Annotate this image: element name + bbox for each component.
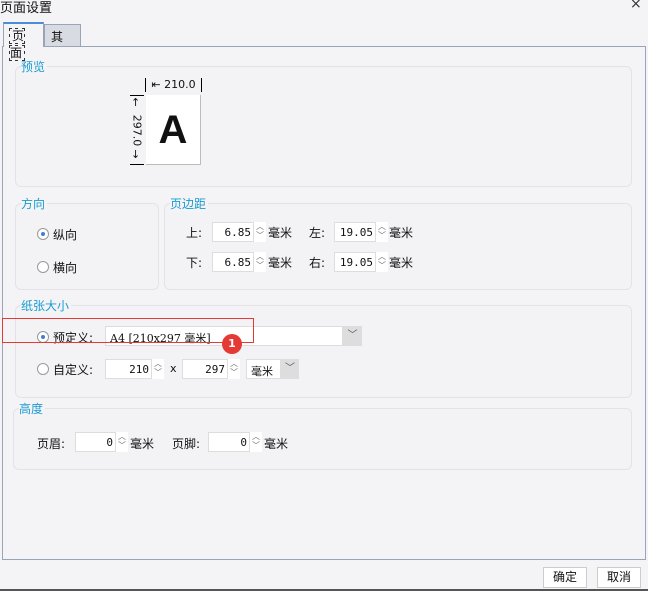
- custom-width-input[interactable]: 210: [105, 359, 152, 379]
- custom-unit-select[interactable]: 毫米: [246, 359, 281, 379]
- right-margin-label: 右:: [309, 256, 326, 270]
- orientation-group: [15, 203, 159, 290]
- margins-group: [164, 203, 632, 290]
- landscape-label[interactable]: 横向: [53, 259, 77, 276]
- left-margin-label: 左:: [309, 226, 326, 240]
- close-icon[interactable]: ×: [630, 0, 642, 12]
- preview-label: 预览: [21, 58, 48, 75]
- annotation-badge: 1: [222, 334, 242, 354]
- footer-label: 页脚:: [172, 437, 201, 451]
- portrait-radio[interactable]: [37, 228, 49, 240]
- unit-label: 毫米: [264, 437, 289, 451]
- left-margin-input[interactable]: 19.05: [334, 222, 376, 242]
- right-margin-input[interactable]: 19.05: [334, 252, 376, 272]
- tab-page[interactable]: 页面: [3, 22, 44, 61]
- custom-label[interactable]: 自定义:: [53, 361, 93, 378]
- footer-spinner[interactable]: ︿ ﹀: [250, 432, 262, 452]
- unit-label: 毫米: [268, 226, 293, 240]
- paper-size-label: 纸张大小: [21, 297, 72, 314]
- width-dimension: ⇤ 210.0 ⇥: [145, 78, 202, 105]
- times-label: x: [170, 362, 177, 375]
- highlight-box: [2, 318, 254, 343]
- preview-group: [15, 66, 632, 187]
- margins-label: 页边距: [170, 195, 209, 212]
- height-label: 高度: [19, 400, 46, 417]
- custom-height-spinner[interactable]: ︿ ﹀: [228, 359, 240, 379]
- left-margin-spinner[interactable]: ︿ ﹀: [376, 222, 388, 242]
- unit-label: 毫米: [130, 437, 155, 451]
- custom-height-input[interactable]: 297: [182, 359, 228, 379]
- header-label: 页眉:: [37, 437, 66, 451]
- bottom-margin-label: 下:: [186, 256, 203, 270]
- custom-width-spinner[interactable]: ︿ ﹀: [152, 359, 164, 379]
- unit-label: 毫米: [268, 256, 293, 270]
- top-margin-label: 上:: [186, 226, 203, 240]
- custom-radio[interactable]: [37, 363, 49, 375]
- bottom-margin-input[interactable]: 6.85: [212, 252, 254, 272]
- portrait-label[interactable]: 纵向: [53, 226, 77, 243]
- chevron-down-icon[interactable]: ﹀: [343, 326, 362, 346]
- header-spinner[interactable]: ︿ ﹀: [116, 432, 128, 452]
- height-dimension: ↑ 297.0 ↓: [130, 95, 144, 165]
- height-label: 297.0: [130, 114, 144, 147]
- landscape-radio[interactable]: [37, 261, 49, 273]
- unit-label: 毫米: [389, 256, 414, 270]
- right-margin-spinner[interactable]: ︿ ﹀: [376, 252, 388, 272]
- ok-button[interactable]: 确定: [543, 567, 587, 588]
- chevron-down-icon[interactable]: ﹀: [281, 359, 299, 379]
- window-title: 页面设置: [0, 1, 53, 16]
- bottom-margin-spinner[interactable]: ︿ ﹀: [254, 252, 266, 272]
- width-label: 210.0: [164, 78, 196, 91]
- orientation-label: 方向: [21, 195, 48, 212]
- tab-label: 页面: [8, 28, 26, 61]
- top-margin-spinner[interactable]: ︿ ﹀: [254, 222, 266, 242]
- header-input[interactable]: 0: [75, 432, 116, 452]
- paper-preview: A: [146, 95, 201, 165]
- top-margin-input[interactable]: 6.85: [212, 222, 254, 242]
- unit-label: 毫米: [389, 226, 414, 240]
- tab-other[interactable]: 其他: [44, 24, 81, 61]
- footer-input[interactable]: 0: [208, 432, 250, 452]
- cancel-button[interactable]: 取消: [597, 567, 641, 588]
